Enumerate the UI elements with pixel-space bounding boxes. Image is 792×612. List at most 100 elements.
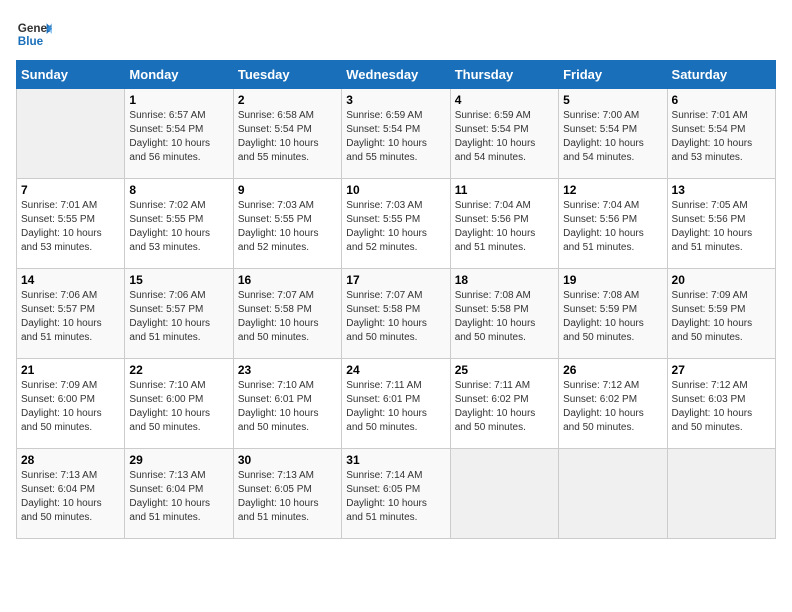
- day-cell: 15 Sunrise: 7:06 AMSunset: 5:57 PMDayligh…: [125, 269, 233, 359]
- day-info: Sunrise: 7:07 AMSunset: 5:58 PMDaylight:…: [238, 289, 337, 345]
- week-row-3: 14 Sunrise: 7:06 AMSunset: 5:57 PMDayligh…: [17, 269, 776, 359]
- day-number: 13: [672, 183, 771, 197]
- day-info: Sunrise: 7:05 AMSunset: 5:56 PMDaylight:…: [672, 199, 771, 255]
- day-cell: 12 Sunrise: 7:04 AMSunset: 5:56 PMDayligh…: [559, 179, 667, 269]
- day-cell: 6Sunrise: 7:01 AMSunset: 5:54 PMDaylight…: [667, 89, 775, 179]
- day-info: Sunrise: 7:13 AMSunset: 6:04 PMDaylight:…: [129, 469, 228, 525]
- day-info: Sunrise: 6:59 AMSunset: 5:54 PMDaylight:…: [346, 109, 445, 165]
- svg-text:Blue: Blue: [18, 35, 44, 48]
- day-number: 5: [563, 93, 662, 107]
- calendar-header-row: SundayMondayTuesdayWednesdayThursdayFrid…: [17, 61, 776, 89]
- day-number: 14: [21, 273, 120, 287]
- day-cell: 17Sunrise: 7:07 AMSunset: 5:58 PMDayligh…: [342, 269, 450, 359]
- day-info: Sunrise: 7:10 AMSunset: 6:01 PMDaylight:…: [238, 379, 337, 435]
- day-cell: 22 Sunrise: 7:10 AMSunset: 6:00 PMDayligh…: [125, 359, 233, 449]
- day-info: Sunrise: 7:04 AMSunset: 5:56 PMDaylight:…: [563, 199, 662, 255]
- day-info: Sunrise: 7:13 AMSunset: 6:05 PMDaylight:…: [238, 469, 337, 525]
- day-cell: 28 Sunrise: 7:13 AMSunset: 6:04 PMDayligh…: [17, 449, 125, 539]
- day-info: Sunrise: 7:08 AMSunset: 5:59 PMDaylight:…: [563, 289, 662, 345]
- column-header-monday: Monday: [125, 61, 233, 89]
- day-number: 30: [238, 453, 337, 467]
- day-info: Sunrise: 7:13 AMSunset: 6:04 PMDaylight:…: [21, 469, 120, 525]
- day-info: Sunrise: 7:03 AMSunset: 5:55 PMDaylight:…: [346, 199, 445, 255]
- column-header-thursday: Thursday: [450, 61, 558, 89]
- page-header: General Blue: [16, 16, 776, 52]
- day-number: 9: [238, 183, 337, 197]
- day-cell: [667, 449, 775, 539]
- week-row-1: 1 Sunrise: 6:57 AMSunset: 5:54 PMDaylight…: [17, 89, 776, 179]
- day-cell: 27Sunrise: 7:12 AMSunset: 6:03 PMDayligh…: [667, 359, 775, 449]
- day-number: 18: [455, 273, 554, 287]
- column-header-wednesday: Wednesday: [342, 61, 450, 89]
- day-number: 24: [346, 363, 445, 377]
- day-number: 25: [455, 363, 554, 377]
- day-cell: 26 Sunrise: 7:12 AMSunset: 6:02 PMDayligh…: [559, 359, 667, 449]
- day-cell: [17, 89, 125, 179]
- day-info: Sunrise: 7:06 AMSunset: 5:57 PMDaylight:…: [129, 289, 228, 345]
- day-number: 15: [129, 273, 228, 287]
- calendar-body: 1 Sunrise: 6:57 AMSunset: 5:54 PMDaylight…: [17, 89, 776, 539]
- day-cell: 11 Sunrise: 7:04 AMSunset: 5:56 PMDayligh…: [450, 179, 558, 269]
- day-number: 8: [129, 183, 228, 197]
- day-number: 28: [21, 453, 120, 467]
- day-number: 7: [21, 183, 120, 197]
- day-cell: 19 Sunrise: 7:08 AMSunset: 5:59 PMDayligh…: [559, 269, 667, 359]
- day-number: 20: [672, 273, 771, 287]
- day-cell: 18Sunrise: 7:08 AMSunset: 5:58 PMDayligh…: [450, 269, 558, 359]
- day-info: Sunrise: 7:02 AMSunset: 5:55 PMDaylight:…: [129, 199, 228, 255]
- day-info: Sunrise: 6:59 AMSunset: 5:54 PMDaylight:…: [455, 109, 554, 165]
- week-row-5: 28 Sunrise: 7:13 AMSunset: 6:04 PMDayligh…: [17, 449, 776, 539]
- day-cell: 4 Sunrise: 6:59 AMSunset: 5:54 PMDaylight…: [450, 89, 558, 179]
- day-info: Sunrise: 6:57 AMSunset: 5:54 PMDaylight:…: [129, 109, 228, 165]
- day-cell: 23 Sunrise: 7:10 AMSunset: 6:01 PMDayligh…: [233, 359, 341, 449]
- day-info: Sunrise: 7:12 AMSunset: 6:02 PMDaylight:…: [563, 379, 662, 435]
- day-cell: 30 Sunrise: 7:13 AMSunset: 6:05 PMDayligh…: [233, 449, 341, 539]
- day-number: 2: [238, 93, 337, 107]
- day-info: Sunrise: 7:10 AMSunset: 6:00 PMDaylight:…: [129, 379, 228, 435]
- day-info: Sunrise: 6:58 AMSunset: 5:54 PMDaylight:…: [238, 109, 337, 165]
- day-number: 17: [346, 273, 445, 287]
- day-cell: 9 Sunrise: 7:03 AMSunset: 5:55 PMDaylight…: [233, 179, 341, 269]
- day-info: Sunrise: 7:01 AMSunset: 5:55 PMDaylight:…: [21, 199, 120, 255]
- week-row-4: 21 Sunrise: 7:09 AMSunset: 6:00 PMDayligh…: [17, 359, 776, 449]
- logo-icon: General Blue: [16, 16, 52, 52]
- column-header-friday: Friday: [559, 61, 667, 89]
- day-info: Sunrise: 7:06 AMSunset: 5:57 PMDaylight:…: [21, 289, 120, 345]
- day-info: Sunrise: 7:03 AMSunset: 5:55 PMDaylight:…: [238, 199, 337, 255]
- day-number: 26: [563, 363, 662, 377]
- day-number: 19: [563, 273, 662, 287]
- column-header-saturday: Saturday: [667, 61, 775, 89]
- day-cell: 25 Sunrise: 7:11 AMSunset: 6:02 PMDayligh…: [450, 359, 558, 449]
- day-cell: [559, 449, 667, 539]
- day-number: 21: [21, 363, 120, 377]
- day-number: 22: [129, 363, 228, 377]
- day-cell: 13 Sunrise: 7:05 AMSunset: 5:56 PMDayligh…: [667, 179, 775, 269]
- day-number: 4: [455, 93, 554, 107]
- day-cell: 31 Sunrise: 7:14 AMSunset: 6:05 PMDayligh…: [342, 449, 450, 539]
- day-number: 23: [238, 363, 337, 377]
- day-info: Sunrise: 7:11 AMSunset: 6:02 PMDaylight:…: [455, 379, 554, 435]
- day-cell: 2 Sunrise: 6:58 AMSunset: 5:54 PMDaylight…: [233, 89, 341, 179]
- day-info: Sunrise: 7:09 AMSunset: 6:00 PMDaylight:…: [21, 379, 120, 435]
- day-number: 6: [672, 93, 771, 107]
- day-cell: 24 Sunrise: 7:11 AMSunset: 6:01 PMDayligh…: [342, 359, 450, 449]
- day-info: Sunrise: 7:09 AMSunset: 5:59 PMDaylight:…: [672, 289, 771, 345]
- day-info: Sunrise: 7:14 AMSunset: 6:05 PMDaylight:…: [346, 469, 445, 525]
- day-info: Sunrise: 7:00 AMSunset: 5:54 PMDaylight:…: [563, 109, 662, 165]
- day-number: 31: [346, 453, 445, 467]
- calendar-table: SundayMondayTuesdayWednesdayThursdayFrid…: [16, 60, 776, 539]
- day-number: 11: [455, 183, 554, 197]
- day-info: Sunrise: 7:04 AMSunset: 5:56 PMDaylight:…: [455, 199, 554, 255]
- day-cell: 1 Sunrise: 6:57 AMSunset: 5:54 PMDaylight…: [125, 89, 233, 179]
- day-number: 1: [129, 93, 228, 107]
- day-cell: 21 Sunrise: 7:09 AMSunset: 6:00 PMDayligh…: [17, 359, 125, 449]
- day-cell: 7 Sunrise: 7:01 AMSunset: 5:55 PMDaylight…: [17, 179, 125, 269]
- day-cell: [450, 449, 558, 539]
- day-number: 12: [563, 183, 662, 197]
- day-number: 10: [346, 183, 445, 197]
- day-cell: 10 Sunrise: 7:03 AMSunset: 5:55 PMDayligh…: [342, 179, 450, 269]
- day-info: Sunrise: 7:11 AMSunset: 6:01 PMDaylight:…: [346, 379, 445, 435]
- day-cell: 5 Sunrise: 7:00 AMSunset: 5:54 PMDaylight…: [559, 89, 667, 179]
- day-cell: 20 Sunrise: 7:09 AMSunset: 5:59 PMDayligh…: [667, 269, 775, 359]
- column-header-sunday: Sunday: [17, 61, 125, 89]
